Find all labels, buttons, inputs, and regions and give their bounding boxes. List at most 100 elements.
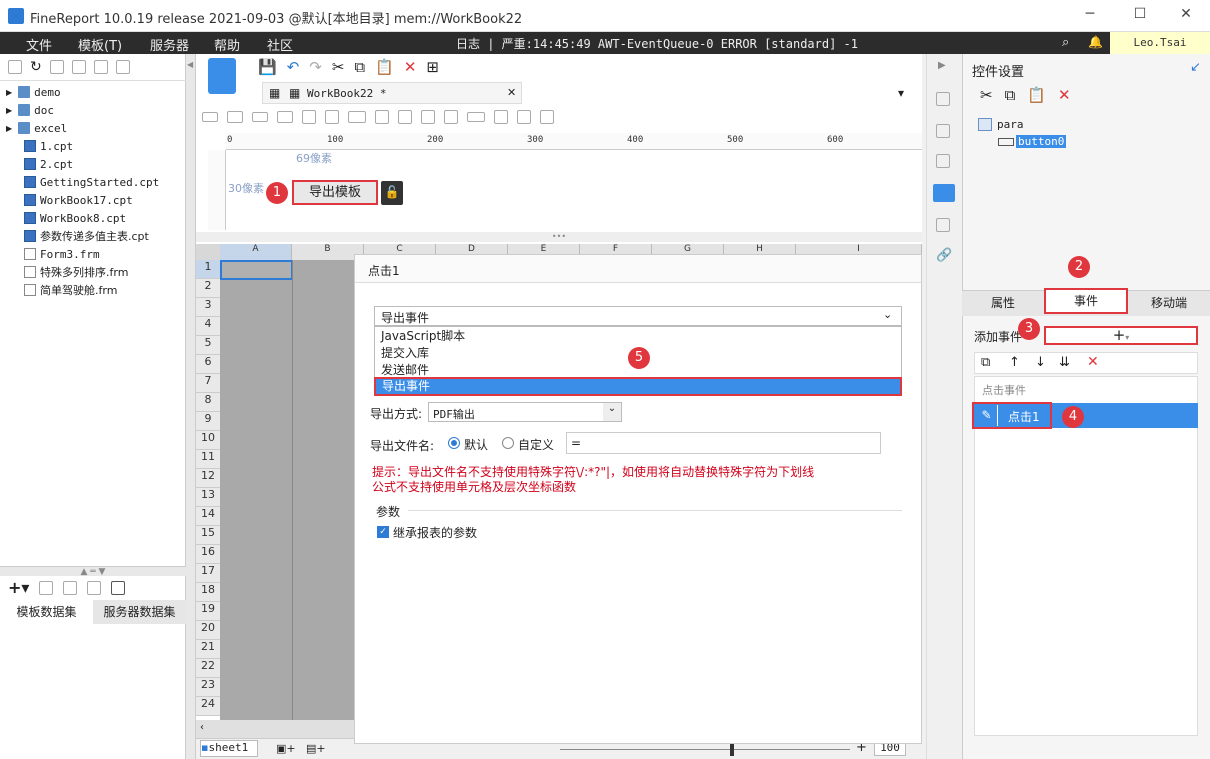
more-widget-icon[interactable] — [540, 110, 554, 124]
row-header[interactable]: 15 — [196, 526, 220, 545]
row-header[interactable]: 24 — [196, 697, 220, 716]
lab-widget-icon[interactable] — [227, 111, 243, 123]
lock-icon[interactable]: 🔓 — [381, 181, 403, 205]
tree-item-file[interactable]: Form3.frm — [24, 245, 100, 263]
row-header[interactable]: 11 — [196, 450, 220, 469]
tree-item-file[interactable]: 1.cpt — [24, 137, 73, 155]
row-header[interactable]: 22 — [196, 659, 220, 678]
add-sheet-icon[interactable]: ▣+ — [276, 742, 296, 755]
tree-item-demo[interactable]: ▶ demo — [6, 83, 61, 101]
menu-template[interactable]: 模板(T) — [78, 35, 122, 54]
filename-input[interactable]: = — [566, 432, 881, 454]
template-type-icon[interactable] — [208, 58, 236, 94]
edit-icon[interactable] — [39, 580, 54, 595]
txt-widget-icon[interactable] — [444, 110, 458, 124]
dock-icon[interactable]: ↙ — [1190, 60, 1201, 75]
tree-node-button0[interactable]: button0 — [1016, 135, 1067, 148]
close-icon[interactable]: ✕ — [1176, 6, 1196, 26]
option-email[interactable]: 发送邮件 — [381, 361, 429, 378]
row-header[interactable]: 10 — [196, 431, 220, 450]
tree-item-file[interactable]: WorkBook17.cpt — [24, 191, 133, 209]
row-header[interactable]: 5 — [196, 336, 220, 355]
radio-default[interactable] — [448, 437, 460, 449]
text-widget-icon[interactable] — [252, 112, 268, 122]
tree-widget-icon[interactable] — [517, 110, 531, 124]
row-header[interactable]: 23 — [196, 678, 220, 697]
widget-settings-icon[interactable] — [933, 184, 955, 202]
option-export[interactable]: 导出事件 — [374, 377, 902, 396]
radio-widget-icon[interactable] — [398, 110, 412, 124]
link-icon[interactable]: 🔗 — [936, 248, 952, 263]
server-dataset-icon[interactable] — [111, 580, 126, 595]
param-splitter[interactable]: ••• — [196, 232, 922, 242]
tree-item-file[interactable]: 2.cpt — [24, 155, 73, 173]
add-event-button[interactable]: +▾ — [1044, 326, 1198, 345]
row-header[interactable]: 19 — [196, 602, 220, 621]
menu-file[interactable]: 文件 — [26, 35, 52, 54]
row-header[interactable]: 21 — [196, 640, 220, 659]
tab-workbook[interactable]: ▦ ▦ WorkBook22 * ✕ — [262, 82, 522, 104]
copy-icon[interactable] — [115, 60, 130, 74]
menu-community[interactable]: 社区 — [267, 35, 293, 54]
splitter[interactable]: ▲ ═ ▼ — [0, 566, 186, 577]
tree-item-file[interactable]: 参数传递多值主表.cpt — [24, 227, 149, 245]
row-header[interactable]: 3 — [196, 298, 220, 317]
preview-icon[interactable] — [87, 580, 102, 595]
select-all-corner[interactable] — [196, 244, 220, 260]
table-widget-icon[interactable] — [325, 110, 339, 124]
cut-icon[interactable]: ✂ — [332, 58, 345, 76]
tab-events[interactable]: 事件 — [1044, 288, 1128, 314]
add-poly-sheet-icon[interactable]: ▤+ — [306, 742, 326, 755]
calendar-widget-icon[interactable] — [302, 110, 316, 124]
panel-menu-icon[interactable]: ▾ — [898, 86, 904, 100]
tree-item-file[interactable]: 简单驾驶舱.frm — [24, 281, 117, 299]
close-tab-icon[interactable]: ✕ — [507, 86, 516, 99]
radio-custom[interactable] — [502, 437, 514, 449]
tab-properties[interactable]: 属性 — [962, 290, 1044, 316]
new-folder-icon[interactable] — [8, 60, 22, 74]
log-status[interactable]: 日志 | 严重:14:45:49 AWT-EventQueue-0 ERROR … — [456, 35, 858, 52]
edit-event-icon[interactable]: ✎ — [976, 405, 998, 426]
tree-item-file[interactable]: GettingStarted.cpt — [24, 173, 159, 191]
row-header[interactable]: 9 — [196, 412, 220, 431]
password-widget-icon[interactable] — [467, 112, 485, 122]
tree-item-doc[interactable]: ▶ doc — [6, 101, 54, 119]
check-widget-icon[interactable] — [494, 110, 508, 124]
widget-lib-icon[interactable] — [936, 124, 950, 138]
redo-icon[interactable]: ↷ — [309, 58, 322, 76]
row-header[interactable]: 8 — [196, 393, 220, 412]
move-bottom-icon[interactable]: ⇊ — [1059, 355, 1070, 370]
event-type-select[interactable]: 导出事件 ⌄ — [374, 306, 902, 326]
tree-item-file[interactable]: WorkBook8.cpt — [24, 209, 126, 227]
undo-icon[interactable]: ↶ — [287, 58, 300, 76]
copy-icon[interactable]: ⧉ — [1005, 86, 1016, 104]
left-collapse-bar[interactable]: ◀ — [186, 54, 196, 759]
row-header[interactable]: 17 — [196, 564, 220, 583]
selected-cell[interactable] — [220, 260, 293, 280]
option-submit[interactable]: 提交入库 — [381, 344, 429, 361]
copy-icon[interactable]: ⧉ — [354, 58, 365, 76]
delete-icon[interactable]: ✕ — [404, 58, 417, 76]
column-header[interactable]: A — [220, 244, 292, 260]
save-icon[interactable]: 💾 — [258, 58, 277, 76]
row-header[interactable]: 20 — [196, 621, 220, 640]
paste-icon[interactable]: 📋 — [1027, 86, 1046, 104]
frame-icon[interactable] — [936, 154, 950, 168]
row-header[interactable]: 18 — [196, 583, 220, 602]
tab-server-dataset[interactable]: 服务器数据集 — [93, 600, 186, 624]
combo-widget-icon[interactable] — [277, 111, 293, 123]
move-down-icon[interactable]: ↓ — [1035, 355, 1046, 370]
label-widget-icon[interactable] — [202, 112, 218, 122]
delete-icon[interactable]: ✕ — [1087, 354, 1099, 370]
layout-icon[interactable] — [936, 92, 950, 106]
cut-icon[interactable]: ✂ — [980, 86, 993, 104]
move-up-icon[interactable]: ↑ — [1009, 355, 1020, 370]
maximize-icon[interactable]: ☐ — [1130, 6, 1150, 26]
inherit-checkbox[interactable]: ✓ — [377, 526, 389, 538]
row-header[interactable]: 6 — [196, 355, 220, 374]
bell-icon[interactable]: 🔔 — [1088, 35, 1103, 49]
row-header[interactable]: 12 — [196, 469, 220, 488]
data-icon[interactable] — [936, 218, 950, 232]
search-icon[interactable]: ⌕ — [1062, 35, 1069, 50]
view-icon[interactable] — [49, 60, 64, 74]
